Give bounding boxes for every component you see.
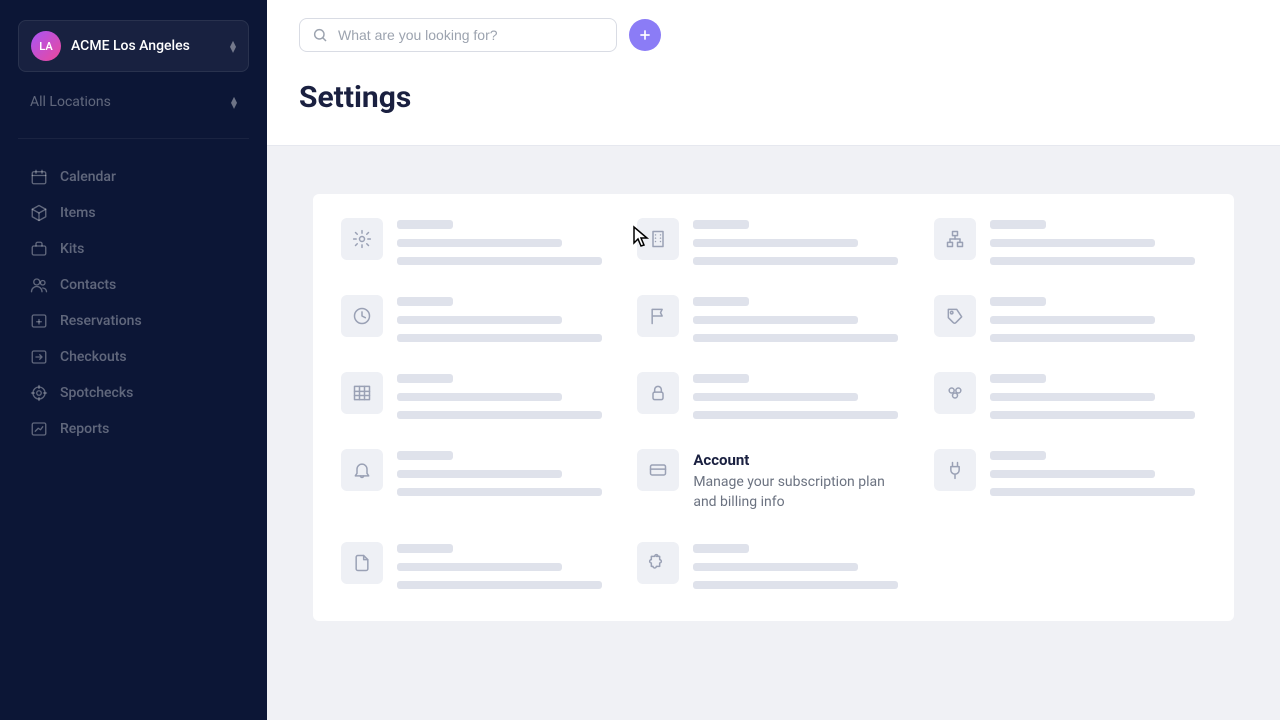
tag-icon <box>934 295 976 337</box>
puzzle-icon <box>637 542 679 584</box>
building-icon <box>637 218 679 260</box>
nav-label: Checkouts <box>60 349 127 365</box>
nav-label: Reservations <box>60 313 142 329</box>
settings-tile-gear[interactable] <box>341 218 613 265</box>
settings-tile-building[interactable] <box>637 218 909 265</box>
group-icon <box>934 372 976 414</box>
settings-tile-flag[interactable] <box>637 295 909 342</box>
bell-icon <box>341 449 383 491</box>
sidebar-item-contacts[interactable]: Contacts <box>18 267 249 303</box>
sidebar-item-kits[interactable]: Kits <box>18 231 249 267</box>
tile-desc: Manage your subscription plan and billin… <box>693 473 909 512</box>
page-title: Settings <box>299 80 1248 115</box>
table-icon <box>341 372 383 414</box>
settings-tile-plug[interactable] <box>934 449 1206 512</box>
settings-tile-clock[interactable] <box>341 295 613 342</box>
target-icon <box>30 384 48 402</box>
tile-body: Account Manage your subscription plan and… <box>693 449 909 512</box>
sitemap-icon <box>934 218 976 260</box>
tile-body <box>693 542 909 589</box>
topbar: Settings <box>267 0 1280 146</box>
settings-tile-card[interactable]: Account Manage your subscription plan and… <box>637 449 909 512</box>
sidebar: LA ACME Los Angeles ▴▾ All Locations ▴▾ … <box>0 0 267 720</box>
tile-body <box>693 218 909 265</box>
tile-body <box>990 449 1206 512</box>
tile-body <box>693 372 909 419</box>
content: Account Manage your subscription plan and… <box>267 146 1280 720</box>
settings-tile-table[interactable] <box>341 372 613 419</box>
briefcase-icon <box>30 240 48 258</box>
plus-icon <box>637 27 653 43</box>
users-icon <box>30 276 48 294</box>
flag-icon <box>637 295 679 337</box>
sidebar-item-reports[interactable]: Reports <box>18 411 249 447</box>
sidebar-item-calendar[interactable]: Calendar <box>18 159 249 195</box>
main: Settings Account Manage your subscription… <box>267 0 1280 720</box>
tile-body <box>397 218 613 265</box>
tile-body <box>693 295 909 342</box>
lock-icon <box>637 372 679 414</box>
nav-label: Reports <box>60 421 109 437</box>
sidebar-item-checkouts[interactable]: Checkouts <box>18 339 249 375</box>
search-input[interactable] <box>338 27 604 43</box>
checkout-icon <box>30 348 48 366</box>
clock-icon <box>341 295 383 337</box>
workspace-name: ACME Los Angeles <box>71 38 220 54</box>
settings-grid: Account Manage your subscription plan and… <box>341 218 1206 589</box>
chevron-updown-icon: ▴▾ <box>231 96 237 108</box>
card-icon <box>637 449 679 491</box>
chevron-updown-icon: ▴▾ <box>230 40 236 52</box>
reservation-icon <box>30 312 48 330</box>
gear-icon <box>341 218 383 260</box>
sidebar-item-reservations[interactable]: Reservations <box>18 303 249 339</box>
tile-title: Account <box>693 451 909 469</box>
settings-tile-group[interactable] <box>934 372 1206 419</box>
cube-icon <box>30 204 48 222</box>
tile-body <box>990 295 1206 342</box>
settings-tile-lock[interactable] <box>637 372 909 419</box>
tile-body <box>397 449 613 512</box>
nav-label: Spotchecks <box>60 385 133 401</box>
search-box[interactable] <box>299 18 617 52</box>
sidebar-item-items[interactable]: Items <box>18 195 249 231</box>
tile-body <box>397 372 613 419</box>
calendar-icon <box>30 168 48 186</box>
settings-tile-bell[interactable] <box>341 449 613 512</box>
file-icon <box>341 542 383 584</box>
workspace-avatar: LA <box>31 31 61 61</box>
nav-label: Kits <box>60 241 84 257</box>
settings-tile-sitemap[interactable] <box>934 218 1206 265</box>
nav-label: Items <box>60 205 96 221</box>
settings-tile-tag[interactable] <box>934 295 1206 342</box>
add-button[interactable] <box>629 19 661 51</box>
settings-tile-puzzle[interactable] <box>637 542 909 589</box>
settings-card: Account Manage your subscription plan and… <box>313 194 1234 621</box>
nav-label: Contacts <box>60 277 116 293</box>
tile-body <box>397 542 613 589</box>
nav-list: Calendar Items Kits Contacts Reservations Che… <box>18 159 249 447</box>
tile-body <box>990 372 1206 419</box>
search-icon <box>312 27 328 43</box>
divider <box>18 138 249 139</box>
chart-icon <box>30 420 48 438</box>
tile-body <box>397 295 613 342</box>
sidebar-item-spotchecks[interactable]: Spotchecks <box>18 375 249 411</box>
plug-icon <box>934 449 976 491</box>
tile-body <box>990 218 1206 265</box>
location-switcher[interactable]: All Locations ▴▾ <box>18 84 249 120</box>
workspace-switcher[interactable]: LA ACME Los Angeles ▴▾ <box>18 20 249 72</box>
nav-label: Calendar <box>60 169 116 185</box>
location-label: All Locations <box>30 94 111 110</box>
settings-tile-file[interactable] <box>341 542 613 589</box>
